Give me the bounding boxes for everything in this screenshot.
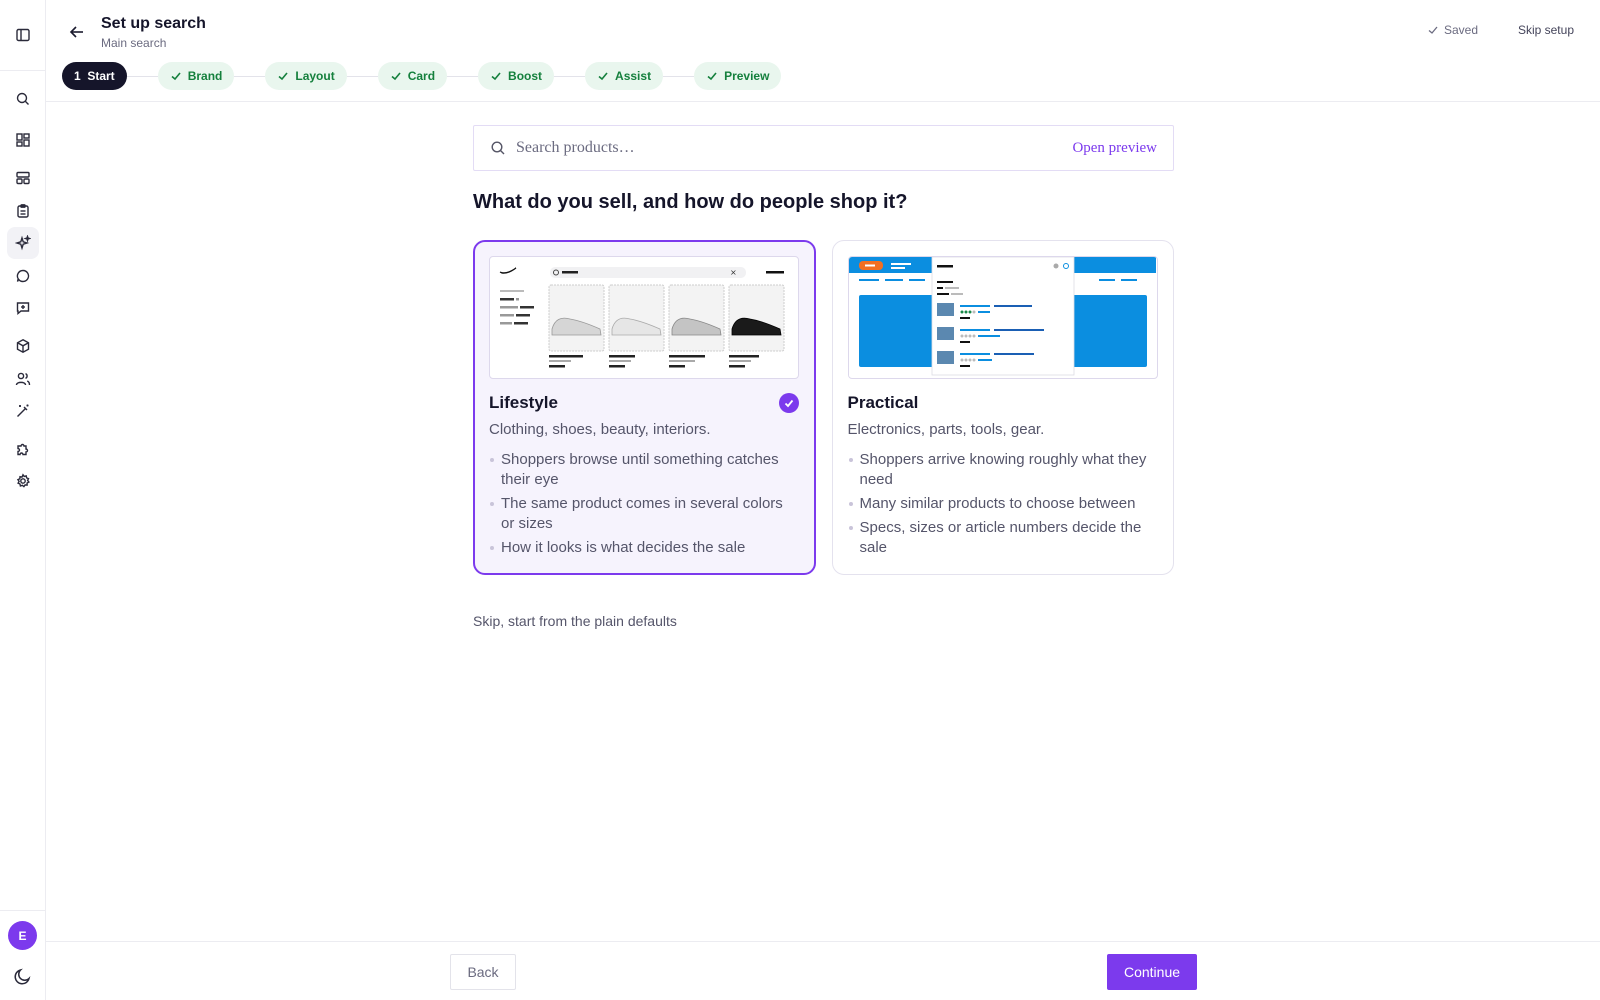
- step-preview[interactable]: Preview: [694, 62, 782, 90]
- option-card-lifestyle[interactable]: × Lifestyle Clothing, shoes, beauty, int…: [473, 240, 816, 575]
- stepper: 1 Start Brand Layout Card Boost Assist P…: [62, 62, 782, 90]
- page-title: Set up search: [101, 15, 206, 32]
- option-card-practical[interactable]: Practical Electronics, parts, tools, gea…: [831, 240, 1174, 575]
- check-icon: [171, 72, 181, 81]
- step-connector: [126, 75, 158, 77]
- box-icon: [16, 339, 30, 353]
- option-bullets: Shoppers browse until something catches …: [489, 450, 800, 558]
- main-content: Search products… Open preview What do yo…: [473, 125, 1174, 629]
- list-item: Shoppers browse until something catches …: [489, 450, 800, 490]
- check-icon: [1428, 26, 1438, 34]
- sidebar-toggle-icon: [15, 28, 30, 42]
- search-placeholder: Search products…: [516, 139, 635, 156]
- check-icon: [598, 72, 608, 81]
- sidebar-item-search[interactable]: [7, 83, 39, 115]
- step-connector: [234, 75, 266, 77]
- step-connector: [447, 75, 479, 77]
- moon-icon[interactable]: [12, 965, 34, 987]
- step-boost[interactable]: Boost: [478, 62, 555, 90]
- sidebar-item-ai[interactable]: [7, 227, 39, 259]
- magic-wand-icon: [17, 404, 29, 417]
- chat-icon: [16, 269, 30, 283]
- step-connector: [554, 75, 586, 77]
- sidebar-item-products[interactable]: [7, 330, 39, 362]
- step-layout[interactable]: Layout: [265, 62, 347, 90]
- header: Set up search Main search Saved Skip set…: [46, 0, 1600, 102]
- users-icon: [15, 372, 31, 386]
- check-icon: [707, 72, 717, 81]
- sidebar: E: [0, 0, 46, 1000]
- footer: Back Continue: [46, 941, 1600, 1000]
- message-plus-icon: [16, 302, 30, 315]
- option-cards: × Lifestyle Clothing, shoes, beauty, int…: [473, 240, 1174, 575]
- step-label: Preview: [724, 69, 770, 83]
- option-description: Clothing, shoes, beauty, interiors.: [489, 421, 711, 438]
- sidebar-item-users[interactable]: [7, 363, 39, 395]
- clipboard-icon: [17, 204, 29, 218]
- sparkles-icon: [15, 235, 31, 251]
- sidebar-item-settings[interactable]: [7, 465, 39, 497]
- search-preview-bar[interactable]: Search products… Open preview: [473, 125, 1174, 171]
- sidebar-item-magic[interactable]: [7, 395, 39, 427]
- list-item: The same product comes in several colors…: [489, 494, 800, 534]
- lifestyle-preview-image: ×: [489, 256, 799, 379]
- sidebar-item-messages[interactable]: [7, 292, 39, 324]
- sidebar-footer: E: [0, 910, 45, 1000]
- practical-preview-image: [847, 256, 1158, 379]
- check-icon: [278, 72, 288, 81]
- page-subtitle: Main search: [101, 36, 167, 50]
- step-label: 1 Start: [74, 69, 115, 83]
- step-label: Brand: [187, 69, 223, 83]
- svg-text:×: ×: [730, 268, 737, 277]
- saved-label: Saved: [1443, 23, 1478, 37]
- option-bullets: Shoppers arrive knowing roughly what the…: [848, 450, 1159, 558]
- check-icon: [391, 72, 401, 81]
- back-arrow-icon[interactable]: [66, 21, 88, 43]
- question-heading: What do you sell, and how do people shop…: [473, 191, 908, 213]
- sidebar-item-clipboard[interactable]: [7, 195, 39, 227]
- list-item: How it looks is what decides the sale: [489, 538, 800, 558]
- avatar[interactable]: E: [8, 921, 37, 950]
- list-item: Specs, sizes or article numbers decide t…: [848, 518, 1159, 558]
- selected-check-icon: [778, 393, 799, 413]
- open-preview-link[interactable]: Open preview: [1072, 140, 1157, 157]
- gear-icon: [16, 473, 30, 488]
- step-brand[interactable]: Brand: [157, 62, 235, 90]
- skip-defaults-link[interactable]: Skip, start from the plain defaults: [473, 613, 1174, 629]
- check-icon: [784, 399, 793, 408]
- option-title: Practical: [847, 393, 919, 412]
- practical-store-illustration: [848, 257, 1156, 377]
- step-label: Assist: [615, 69, 652, 83]
- option-description: Electronics, parts, tools, gear.: [847, 421, 1045, 438]
- product-tiles: [548, 284, 785, 368]
- step-start[interactable]: 1 Start: [62, 62, 127, 90]
- layout-icon: [16, 171, 30, 185]
- list-item: Shoppers arrive knowing roughly what the…: [848, 450, 1159, 490]
- dashboard-icon: [16, 133, 30, 147]
- sidebar-item-integrations[interactable]: [7, 433, 39, 465]
- option-title: Lifestyle: [489, 393, 558, 412]
- step-card[interactable]: Card: [377, 62, 448, 90]
- search-icon: [16, 92, 29, 105]
- check-icon: [491, 72, 501, 81]
- step-connector: [346, 75, 378, 77]
- continue-button[interactable]: Continue: [1107, 954, 1197, 990]
- search-icon: [491, 141, 505, 155]
- skip-setup-button[interactable]: Skip setup: [1518, 23, 1574, 37]
- step-label: Boost: [508, 69, 543, 83]
- puzzle-icon: [17, 443, 29, 456]
- sidebar-toggle[interactable]: [0, 0, 45, 71]
- sidebar-item-layout[interactable]: [7, 162, 39, 194]
- sidebar-item-dashboard[interactable]: [7, 124, 39, 156]
- saved-status: Saved: [1427, 23, 1478, 37]
- step-label: Card: [407, 69, 436, 83]
- sidebar-item-chat[interactable]: [7, 260, 39, 292]
- back-button[interactable]: Back: [450, 954, 516, 990]
- step-label: Layout: [295, 69, 335, 83]
- lifestyle-store-illustration: ×: [499, 267, 785, 368]
- list-item: Many similar products to choose between: [848, 494, 1159, 514]
- step-assist[interactable]: Assist: [585, 62, 664, 90]
- step-connector: [663, 75, 695, 77]
